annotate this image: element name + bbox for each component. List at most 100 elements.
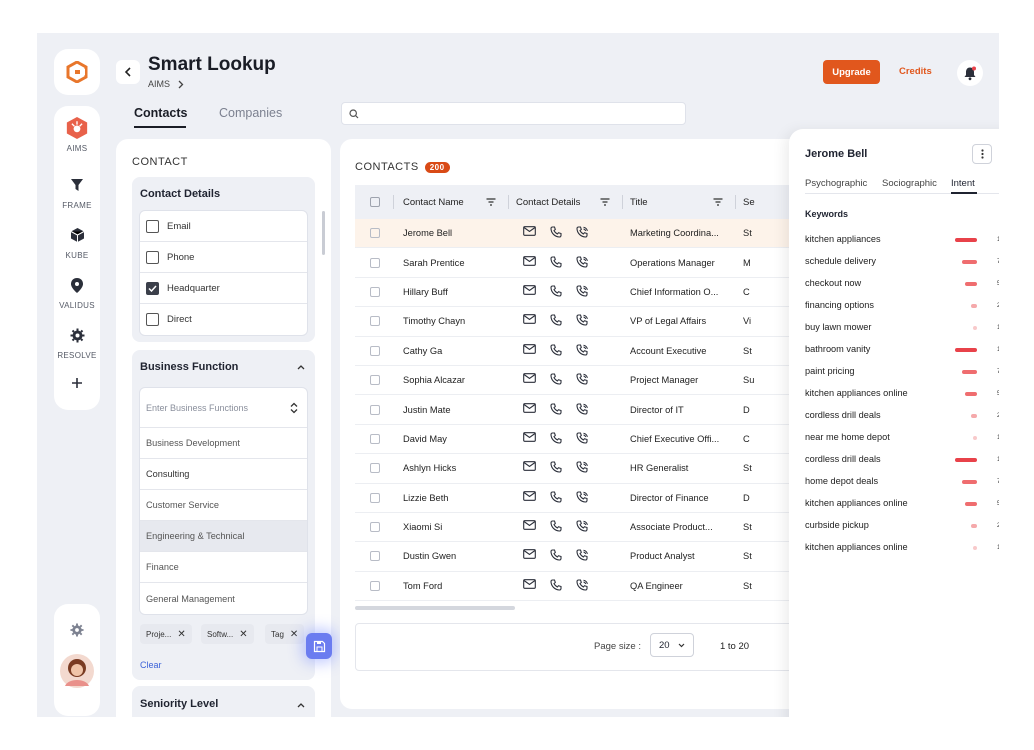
email-icon[interactable]	[523, 490, 536, 505]
close-icon[interactable]: ✕	[239, 629, 247, 640]
close-icon[interactable]: ✕	[177, 629, 185, 640]
contact-name[interactable]: Dustin Gwen	[403, 551, 456, 561]
rail-item-aims[interactable]: AIMS	[54, 117, 100, 153]
phone-icon[interactable]	[550, 344, 562, 358]
email-icon[interactable]	[523, 520, 536, 534]
direct-call-icon[interactable]	[576, 491, 589, 505]
rail-item-resolve[interactable]: RESOLVE	[54, 324, 100, 360]
row-checkbox[interactable]	[370, 404, 380, 415]
close-icon[interactable]: ✕	[290, 629, 298, 640]
contact-name[interactable]: Justin Mate	[403, 405, 451, 415]
direct-call-icon[interactable]	[576, 402, 589, 417]
search-input[interactable]	[341, 102, 686, 125]
chevron-up-icon[interactable]	[297, 363, 305, 372]
checkbox[interactable]	[146, 250, 159, 264]
contact-name[interactable]: Cathy Ga	[403, 346, 442, 356]
phone-icon[interactable]	[550, 226, 562, 240]
phone-icon[interactable]	[550, 314, 562, 328]
direct-call-icon[interactable]	[576, 285, 589, 299]
rail-item-kube[interactable]: KUBE	[54, 224, 100, 260]
column-header-extra[interactable]: Se	[743, 197, 755, 208]
horizontal-scrollbar[interactable]	[355, 606, 515, 610]
checkbox[interactable]	[146, 219, 159, 233]
settings-gear-icon[interactable]	[70, 623, 84, 642]
checkbox[interactable]	[146, 281, 159, 295]
rail-item-frame[interactable]: FRAME	[54, 174, 100, 210]
contact-name[interactable]: Xiaomi Si	[403, 522, 442, 532]
phone-icon[interactable]	[550, 579, 562, 593]
phone-icon[interactable]	[550, 402, 562, 417]
contact-name[interactable]: Tom Ford	[403, 581, 442, 591]
email-icon[interactable]	[523, 314, 536, 328]
option-engineering-technical[interactable]: Engineering & Technical	[140, 521, 307, 552]
direct-call-icon[interactable]	[576, 520, 589, 534]
direct-call-icon[interactable]	[576, 344, 589, 358]
upgrade-button[interactable]: Upgrade	[823, 60, 880, 84]
option-customer-service[interactable]: Customer Service	[140, 490, 307, 521]
direct-call-icon[interactable]	[576, 256, 589, 270]
row-checkbox[interactable]	[370, 492, 380, 503]
row-checkbox[interactable]	[370, 345, 380, 356]
row-checkbox[interactable]	[370, 433, 380, 444]
email-icon[interactable]	[523, 461, 536, 475]
filter-lines-icon[interactable]	[600, 198, 610, 206]
save-filters-button[interactable]	[306, 633, 332, 659]
row-checkbox[interactable]	[370, 580, 380, 591]
business-function-input[interactable]: Enter Business Functions	[140, 388, 307, 428]
checkbox[interactable]	[146, 313, 159, 326]
column-header-details[interactable]: Contact Details	[516, 197, 580, 208]
phone-icon[interactable]	[550, 461, 562, 475]
filter-chip[interactable]: Proje... ✕	[140, 624, 192, 644]
breadcrumb-item[interactable]: AIMS	[148, 79, 170, 89]
row-checkbox[interactable]	[370, 551, 380, 562]
avatar[interactable]	[60, 654, 94, 693]
app-logo[interactable]	[54, 49, 100, 95]
phone-icon[interactable]	[550, 432, 562, 446]
email-icon[interactable]	[523, 579, 536, 593]
direct-call-icon[interactable]	[576, 579, 589, 593]
tab-sociographic[interactable]: Sociographic	[882, 178, 937, 189]
contact-name[interactable]: Hillary Buff	[403, 287, 448, 297]
phone-icon[interactable]	[550, 256, 562, 270]
tab-psychographic[interactable]: Psychographic	[805, 178, 867, 189]
row-checkbox[interactable]	[370, 375, 380, 386]
filter-lines-icon[interactable]	[486, 198, 496, 206]
checkbox-direct[interactable]: Direct	[140, 304, 307, 335]
direct-call-icon[interactable]	[576, 373, 589, 387]
more-options-button[interactable]	[972, 144, 992, 164]
page-size-select[interactable]: 20	[650, 633, 694, 657]
email-icon[interactable]	[523, 549, 536, 563]
option-finance[interactable]: Finance	[140, 552, 307, 583]
filter-scrollbar[interactable]	[322, 211, 325, 255]
contact-name[interactable]: Ashlyn Hicks	[403, 463, 456, 473]
email-icon[interactable]	[523, 402, 536, 417]
row-checkbox[interactable]	[370, 257, 380, 268]
row-checkbox[interactable]	[370, 522, 380, 533]
contact-name[interactable]: Sophia Alcazar	[403, 375, 465, 385]
direct-call-icon[interactable]	[576, 432, 589, 446]
phone-icon[interactable]	[550, 549, 562, 563]
row-checkbox[interactable]	[370, 463, 380, 474]
column-header-name[interactable]: Contact Name	[403, 197, 464, 208]
option-business-development[interactable]: Business Development	[140, 428, 307, 459]
contact-name[interactable]: David May	[403, 434, 447, 444]
checkbox-headquarter[interactable]: Headquarter	[140, 273, 307, 304]
back-button[interactable]	[116, 60, 140, 84]
email-icon[interactable]	[523, 226, 536, 240]
filter-lines-icon[interactable]	[713, 198, 723, 206]
checkbox-phone[interactable]: Phone	[140, 242, 307, 273]
email-icon[interactable]	[523, 343, 536, 358]
rail-item-validus[interactable]: VALIDUS	[54, 274, 100, 310]
add-app-button[interactable]	[54, 372, 100, 394]
clear-filters-link[interactable]: Clear	[140, 660, 162, 670]
direct-call-icon[interactable]	[576, 226, 589, 240]
direct-call-icon[interactable]	[576, 461, 589, 475]
email-icon[interactable]	[523, 432, 536, 446]
contact-name[interactable]: Timothy Chayn	[403, 316, 465, 326]
row-checkbox[interactable]	[370, 228, 380, 239]
option-general-management[interactable]: General Management	[140, 583, 307, 614]
phone-icon[interactable]	[550, 520, 562, 534]
row-checkbox[interactable]	[370, 286, 380, 297]
email-icon[interactable]	[523, 285, 536, 299]
phone-icon[interactable]	[550, 285, 562, 299]
